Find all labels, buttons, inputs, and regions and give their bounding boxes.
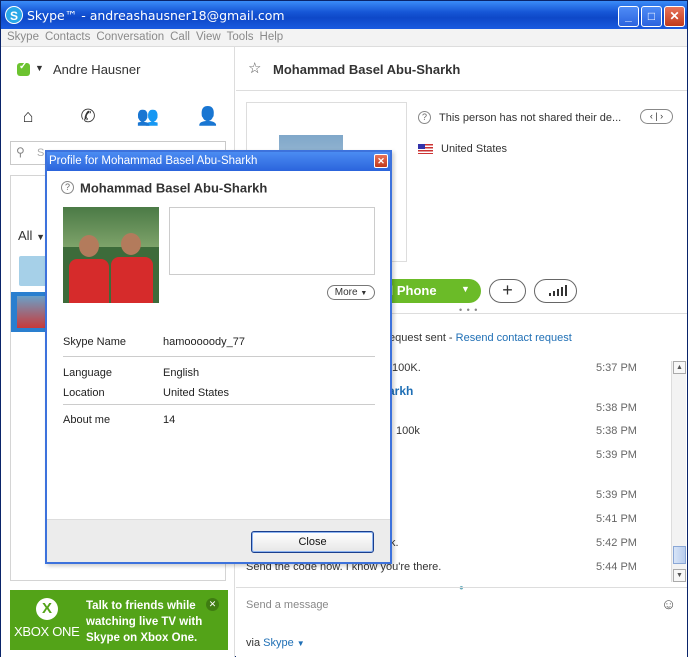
menu-view[interactable]: View [190, 29, 221, 43]
scroll-thumb[interactable] [673, 546, 686, 564]
profile-info-text: This person has not shared their de... [439, 111, 622, 124]
add-contact-icon[interactable]: 👤 [193, 101, 223, 131]
more-button[interactable]: More ▼ [327, 285, 375, 300]
divider [63, 404, 375, 405]
message-text: 100k [396, 425, 420, 437]
via-label: via [246, 637, 264, 649]
message-timestamp: 5:38 PM [596, 425, 637, 437]
chevron-down-icon: ▼ [360, 290, 368, 297]
dialog-title: Profile for Mohammad Basel Abu-Sharkh [49, 155, 258, 167]
add-button[interactable]: + [489, 279, 526, 303]
chevron-down-icon: ▼ [36, 232, 45, 242]
message-timestamp: 5:37 PM [596, 362, 637, 374]
unknown-status-icon: ? [61, 181, 74, 195]
sidebar-toolbar: ⌂ ✆ 👥 👤 [1, 101, 235, 131]
contact-request-status: equest sent - Resend contact request [389, 332, 572, 344]
menu-skype[interactable]: Skype [1, 29, 39, 43]
menu-bar: Skype Contacts Conversation Call View Tools He… [1, 29, 687, 47]
conversation-header: ☆ Mohammad Basel Abu-Sharkh [236, 47, 687, 91]
search-input[interactable]: S [37, 147, 44, 159]
call-quality-button[interactable] [534, 279, 577, 303]
xbox-ad-banner[interactable]: X XBOX ONE Talk to friends while watchin… [10, 590, 228, 650]
close-window-button[interactable]: ✕ [664, 6, 685, 27]
menu-call[interactable]: Call [164, 29, 190, 43]
divider [63, 356, 375, 357]
close-button[interactable]: Close [251, 531, 374, 553]
dialog-title-bar[interactable]: Profile for Mohammad Basel Abu-Sharkh ✕ [47, 152, 390, 171]
profile-location: United States [418, 143, 507, 155]
menu-help[interactable]: Help [254, 29, 284, 43]
field-label: Language [63, 367, 112, 379]
unknown-status-icon: ? [418, 111, 431, 124]
emoticon-icon[interactable]: ☺ [661, 596, 676, 613]
country-text: United States [441, 143, 508, 156]
field-label: About me [63, 414, 111, 426]
message-timestamp: 5:38 PM [596, 402, 637, 414]
message-timestamp: 5:44 PM [596, 561, 637, 573]
field-label: Skype Name [63, 336, 126, 348]
info-pager[interactable]: ‹ | › [640, 109, 673, 124]
chevron-down-icon[interactable]: ▼ [297, 639, 305, 648]
dialog-footer: Close [47, 519, 390, 562]
contact-name: Mohammad Basel Abu-Sharkh [273, 62, 461, 77]
message-scrollbar[interactable]: ▲ ▼ [671, 361, 686, 582]
via-skype-link[interactable]: Skype [263, 637, 294, 649]
message-timestamp: 5:39 PM [596, 489, 637, 501]
resend-request-link[interactable]: Resend contact request [456, 332, 572, 344]
message-timestamp: 5:39 PM [596, 449, 637, 461]
field-value: 14 [163, 414, 176, 426]
phone-icon[interactable]: ✆ [73, 101, 103, 131]
compose-area[interactable]: Send a message ☺ [236, 587, 687, 625]
request-text: equest sent - [389, 332, 456, 344]
dialog-name-text: Mohammad Basel Abu-Sharkh [80, 180, 268, 196]
group-icon[interactable]: 👥 [133, 101, 163, 131]
close-icon[interactable]: ✕ [374, 154, 388, 168]
call-label: ll Phone [386, 283, 437, 298]
message-timestamp: 5:41 PM [596, 513, 637, 525]
dialog-profile-picture [63, 207, 159, 303]
ad-text: Talk to friends while watching live TV w… [86, 600, 203, 644]
profile-info: ? This person has not shared their de... [418, 111, 621, 124]
mood-message-box [169, 207, 375, 275]
chevron-down-icon[interactable]: ▼ [35, 63, 44, 73]
dialog-contact-name: ? Mohammad Basel Abu-Sharkh [61, 180, 267, 195]
field-value: English [163, 367, 200, 379]
menu-tools[interactable]: Tools [221, 29, 254, 43]
message-input[interactable]: Send a message [246, 599, 329, 611]
ad-brand: XBOX ONE [14, 624, 80, 639]
user-name[interactable]: Andre Hausner [53, 62, 140, 77]
online-status-icon[interactable] [17, 61, 30, 76]
skype-window: S Skype™ - andreashausner18@gmail.com _ … [0, 0, 688, 657]
xbox-logo-icon: X [36, 598, 58, 620]
via-selector[interactable]: via Skype ▼ [246, 637, 305, 649]
message-timestamp: 5:42 PM [596, 537, 637, 549]
star-icon[interactable]: ☆ [248, 59, 261, 77]
scroll-up-icon[interactable]: ▲ [673, 361, 686, 374]
message-text: 100K. [392, 362, 421, 374]
field-label: Location [63, 387, 105, 399]
search-icon: ⚲ [16, 145, 25, 159]
skype-logo-icon: S [5, 6, 23, 24]
us-flag-icon [418, 144, 433, 155]
contacts-filter[interactable]: All ▼ [18, 228, 45, 243]
maximize-button[interactable]: □ [641, 6, 662, 27]
menu-conversation[interactable]: Conversation [90, 29, 164, 43]
home-icon[interactable]: ⌂ [13, 101, 43, 131]
more-label: More [334, 287, 358, 298]
menu-contacts[interactable]: Contacts [39, 29, 90, 43]
filter-label: All [18, 228, 33, 243]
scroll-down-icon[interactable]: ▼ [673, 569, 686, 582]
field-value: hamooooody_77 [163, 336, 245, 348]
minimize-button[interactable]: _ [618, 6, 639, 27]
window-title: Skype™ - andreashausner18@gmail.com [27, 8, 285, 23]
profile-dialog: Profile for Mohammad Basel Abu-Sharkh ✕ … [45, 150, 392, 564]
field-value: United States [163, 387, 230, 399]
title-bar[interactable]: S Skype™ - andreashausner18@gmail.com _ … [1, 1, 687, 29]
chevron-down-icon[interactable]: ▼ [461, 284, 470, 294]
close-icon[interactable]: ✕ [206, 598, 219, 611]
